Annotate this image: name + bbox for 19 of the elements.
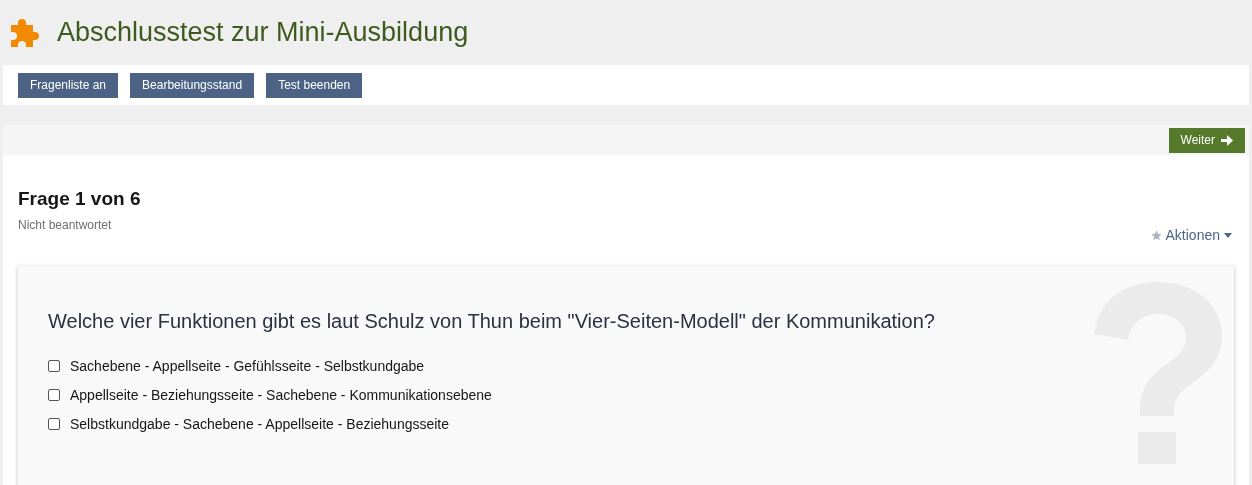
answer-label: Appellseite - Beziehungsseite - Sachebene - Kommunikationsebene — [70, 385, 492, 405]
question-heading: Frage 1 von 6 — [18, 187, 141, 211]
page-title: Abschlusstest zur Mini-Ausbildung — [57, 16, 469, 50]
star-icon — [1150, 229, 1162, 241]
answer-label: Selbstkundgabe - Sachebene - Appellseite - Beziehungsseite — [70, 414, 450, 434]
checkbox[interactable] — [48, 360, 60, 372]
puzzle-icon — [10, 16, 42, 49]
arrow-right-icon — [1221, 134, 1233, 146]
caret-icon — [1224, 232, 1232, 238]
answer-label: Sachebene - Appellseite - Gefühlsseite - Selbstkundgabe — [70, 356, 425, 376]
toolbar-button[interactable]: Test beenden — [266, 72, 363, 98]
checkbox[interactable] — [48, 389, 60, 401]
question-text: Welche vier Funktionen gibt es laut Schulz von Thun beim "Vier-Seiten-Modell" der Kommunikation? — [48, 308, 936, 334]
toolbar-button[interactable]: Fragenliste an — [18, 72, 119, 98]
actions-dropdown[interactable]: Aktionen — [1150, 224, 1232, 246]
answer-status: Nicht beantwortet — [18, 216, 113, 234]
checkbox[interactable] — [48, 418, 60, 430]
toolbar-button[interactable]: Bearbeitungsstand — [130, 72, 255, 98]
next-button[interactable]: Weiter — [1168, 127, 1245, 153]
